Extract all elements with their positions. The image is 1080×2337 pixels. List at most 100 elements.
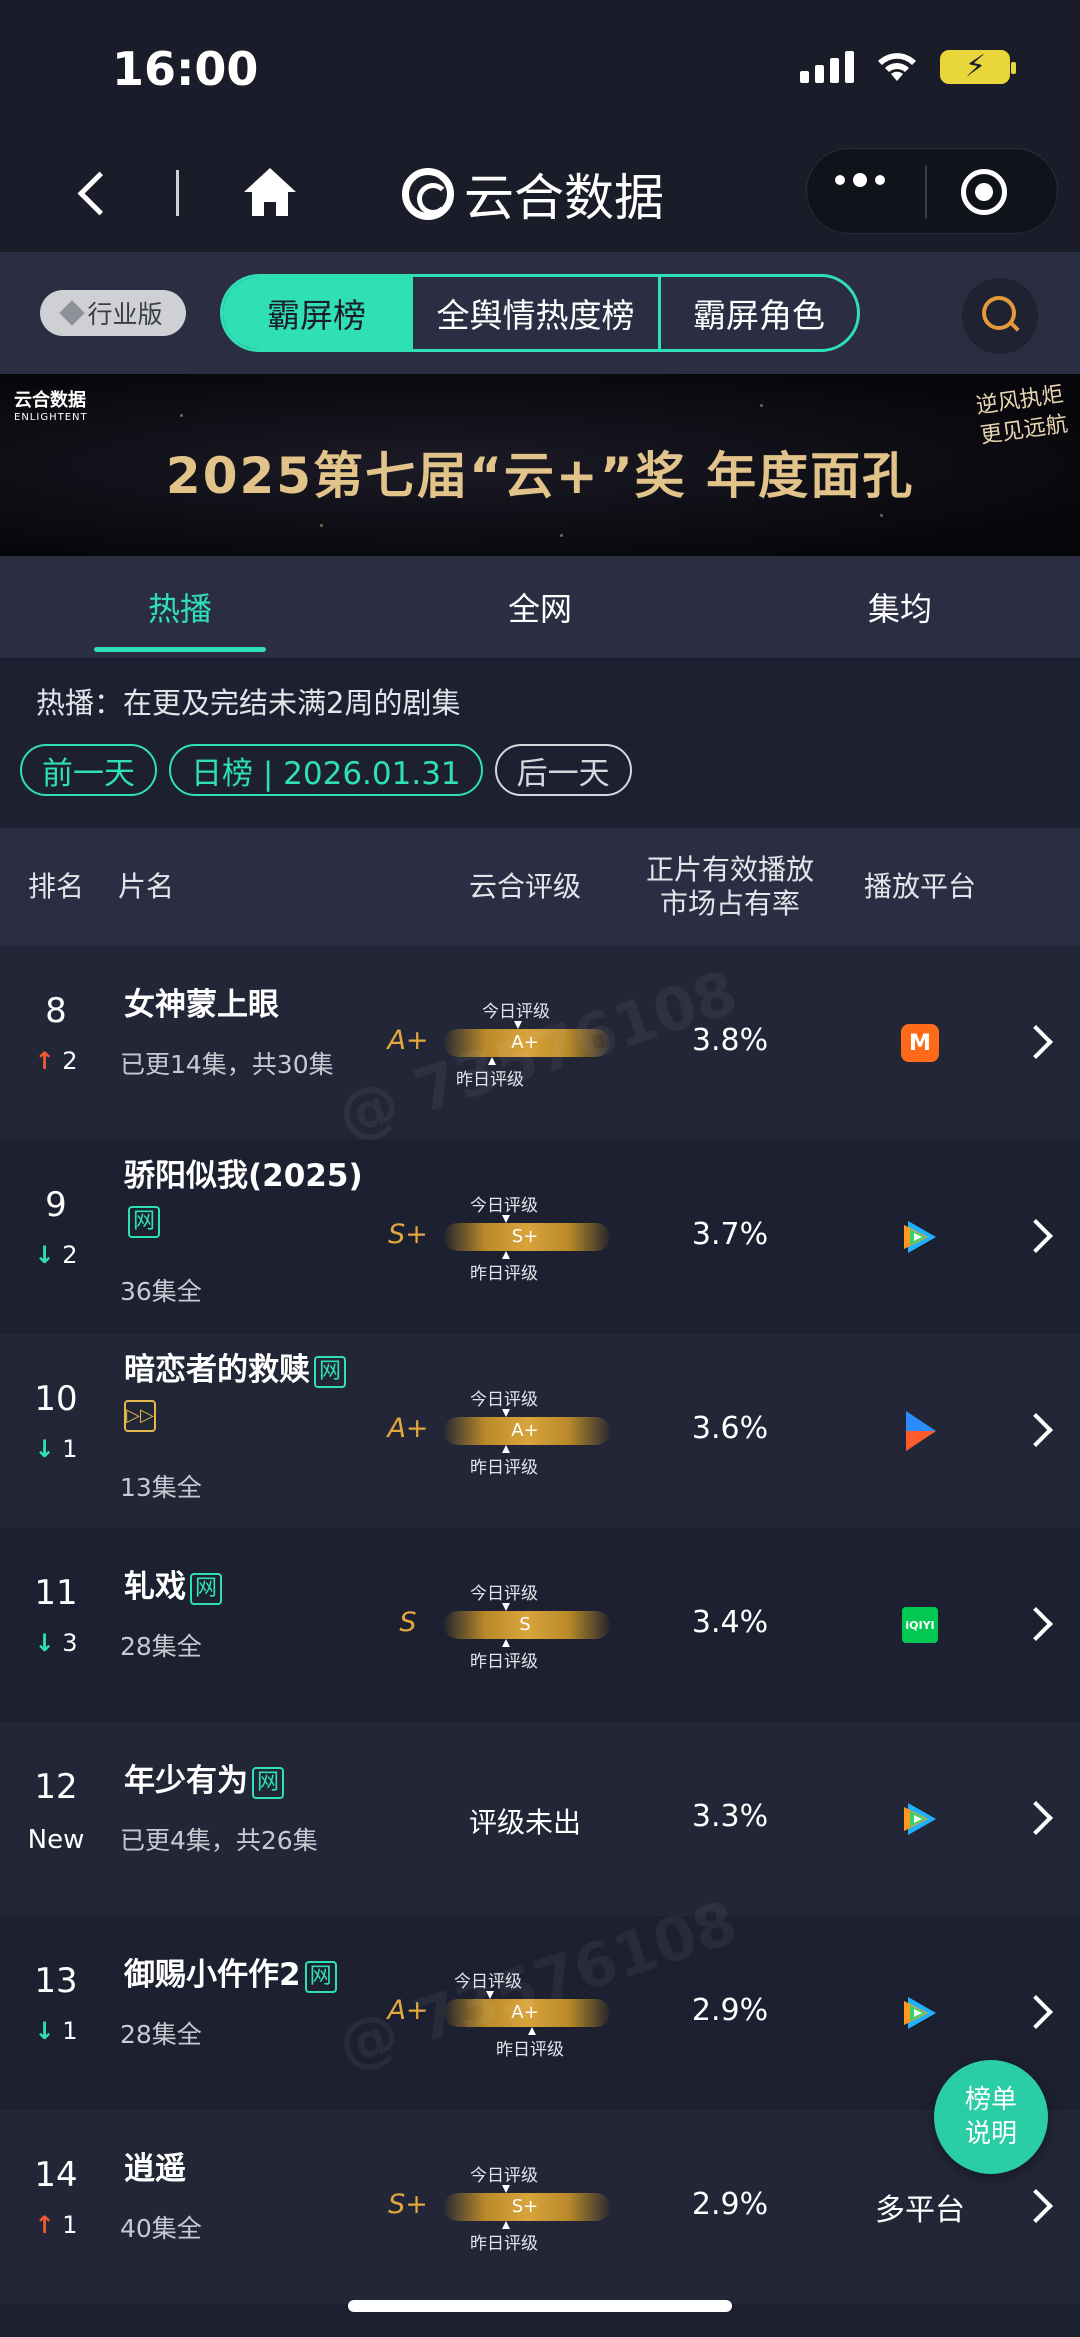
- market-share: 3.6%: [691, 1411, 769, 1446]
- tencent-video-icon: [904, 1803, 936, 1835]
- tab-bapingjuese[interactable]: 霸屏角色: [661, 277, 857, 349]
- mini-program-navbar: 云合数据: [0, 140, 1080, 252]
- today-grade-caption: 今日评级: [470, 2166, 538, 2186]
- platform-cell: iQIYI: [850, 1600, 990, 1650]
- platform-cell: [850, 1794, 990, 1844]
- mini-program-capsule: [806, 148, 1058, 234]
- today-grade-caption: 今日评级: [470, 1390, 538, 1410]
- drama-title[interactable]: 轧戏网: [124, 1565, 364, 1609]
- status-bar: 16:00 ⚡: [0, 0, 1080, 140]
- yesterday-pointer-icon: [502, 2221, 510, 2229]
- grade-letter: S+: [388, 2189, 428, 2220]
- grade-meter: 今日评级 A+ 昨日评级: [440, 1381, 610, 1481]
- back-button[interactable]: [70, 162, 120, 222]
- grade-letter: A+: [387, 1413, 429, 1444]
- rank-number: 13: [34, 1961, 78, 2001]
- yunhe-logo-icon: [402, 168, 454, 220]
- yesterday-grade-caption: 昨日评级: [470, 1264, 538, 1284]
- col-share: 正片有效播放 市场占有率: [645, 853, 814, 920]
- rank-change: ↑ 1: [34, 2211, 78, 2239]
- drama-title[interactable]: 年少有为网: [124, 1759, 364, 1803]
- more-dots-icon[interactable]: [835, 173, 885, 187]
- grade-letter: S: [399, 1607, 417, 1638]
- platform-cell: [850, 1988, 990, 2038]
- chevron-right-icon[interactable]: [1019, 1607, 1053, 1641]
- chevron-right-icon[interactable]: [1019, 1025, 1053, 1059]
- grade-meter: 今日评级 S 昨日评级: [440, 1575, 610, 1675]
- grade-bar-label: S+: [511, 2196, 539, 2217]
- chevron-right-icon[interactable]: [1019, 1219, 1053, 1253]
- search-button[interactable]: [962, 278, 1038, 354]
- drama-title[interactable]: 御赐小仵作2 网: [124, 1953, 364, 1997]
- grade-bar-label: S+: [511, 1226, 539, 1247]
- arrow-down-icon: ↓: [34, 1241, 55, 1269]
- chevron-right-icon[interactable]: [1019, 2189, 1053, 2223]
- episode-status: 28集全: [120, 1632, 202, 1661]
- yesterday-pointer-icon: [502, 1251, 510, 1259]
- platform-cell: [850, 1212, 990, 1262]
- table-row[interactable]: 11 ↓ 3 轧戏网 28集全 S 今日评级 S 昨日评级 3.4% iQIYI: [0, 1528, 1080, 1722]
- industry-edition-label: 行业版: [87, 300, 163, 329]
- tab-rebo[interactable]: 热播: [0, 556, 360, 658]
- episode-status: 13集全: [120, 1473, 202, 1502]
- rank-change: ↓ 2: [34, 1241, 78, 1269]
- next-day-button[interactable]: 后一天: [494, 744, 632, 796]
- tab-quanyuqing[interactable]: 全舆情热度榜: [413, 277, 661, 349]
- table-row[interactable]: 14 ↑ 1 逍遥 40集全 S+ 今日评级 S+ 昨日评级 2.9% 多平台: [0, 2110, 1080, 2304]
- rank-change: ↓ 1: [34, 2017, 78, 2045]
- web-drama-tag: 网: [304, 1960, 337, 1993]
- rank-change: ↑ 2: [34, 1047, 78, 1075]
- today-pointer-icon: [502, 1409, 510, 1417]
- chevron-right-icon[interactable]: [1019, 1801, 1053, 1835]
- yesterday-pointer-icon: [502, 1639, 510, 1647]
- board-help-button[interactable]: 榜单 说明: [934, 2060, 1048, 2174]
- nav-divider: [176, 170, 179, 216]
- today-grade-caption: 今日评级: [470, 1196, 538, 1216]
- status-time: 16:00: [112, 42, 259, 96]
- yesterday-pointer-icon: [528, 2027, 536, 2035]
- grade-letter: S+: [388, 1219, 428, 1250]
- chevron-right-icon[interactable]: [1019, 1995, 1053, 2029]
- table-row[interactable]: 9 ↓ 2 骄阳似我(2025) 网 36集全 S+ 今日评级 S+ 昨日评级 3.7%: [0, 1140, 1080, 1334]
- arrow-up-icon: ↑: [34, 2211, 55, 2239]
- market-share: 2.9%: [691, 1993, 769, 2028]
- episode-status: 已更14集，共30集: [120, 1050, 334, 1079]
- drama-title[interactable]: 逍遥: [124, 2147, 364, 2191]
- rank-number: 8: [45, 991, 67, 1031]
- promo-banner[interactable]: 云合数据 ENLIGHTENT 2025第七届“云+”奖 年度面孔 逆风执炬 更…: [0, 374, 1080, 556]
- episode-status: 40集全: [120, 2214, 202, 2243]
- date-picker-button[interactable]: 日榜 | 2026.01.31: [169, 744, 483, 796]
- table-row[interactable]: 12 New 年少有为网已更4集，共26集 评级未出 3.3%: [0, 1722, 1080, 1916]
- today-pointer-icon: [502, 1603, 510, 1611]
- platform-cell: 多平台: [850, 2182, 990, 2232]
- rank-change: ↓ 3: [34, 1629, 78, 1657]
- tab-bapingbang[interactable]: 霸屏榜: [223, 277, 413, 349]
- tab-quanwang[interactable]: 全网: [360, 556, 720, 658]
- table-header: 排名 片名 云合评级 正片有效播放 市场占有率 播放平台: [0, 828, 1080, 946]
- rank-number: 12: [34, 1767, 78, 1807]
- grade-pending: 评级未出: [468, 1806, 581, 1839]
- rank-number: 9: [45, 1185, 67, 1225]
- mango-tv-icon: M: [901, 1024, 939, 1062]
- tencent-video-icon: [904, 1997, 936, 2029]
- rank-number: 14: [34, 2155, 78, 2195]
- yesterday-pointer-icon: [502, 1445, 510, 1453]
- close-target-icon[interactable]: [961, 169, 1007, 215]
- home-indicator[interactable]: [348, 2300, 732, 2312]
- chevron-right-icon[interactable]: [1019, 1413, 1053, 1447]
- prev-day-button[interactable]: 前一天: [20, 744, 157, 796]
- tab-jijun[interactable]: 集均: [720, 556, 1080, 658]
- page-title-text: 云合数据: [464, 169, 664, 227]
- drama-title[interactable]: 骄阳似我(2025) 网: [124, 1154, 364, 1242]
- home-icon[interactable]: [240, 162, 300, 222]
- drama-title[interactable]: 暗恋者的救赎网 ▷▷: [124, 1348, 364, 1436]
- industry-edition-badge[interactable]: 行业版: [40, 290, 186, 336]
- web-drama-tag: 网: [128, 1205, 160, 1238]
- table-row[interactable]: 10 ↓ 1 暗恋者的救赎网 ▷▷ 13集全 A+ 今日评级 A+ 昨日评级 3.6%: [0, 1334, 1080, 1528]
- today-pointer-icon: [502, 2185, 510, 2193]
- banner-logo: 云合数据 ENLIGHTENT: [14, 390, 88, 423]
- date-navigation: 前一天 日榜 | 2026.01.31 后一天: [20, 744, 632, 796]
- grade-bar-label: A+: [511, 1420, 539, 1441]
- grade-meter: 今日评级 S+ 昨日评级: [440, 1187, 610, 1287]
- drama-title[interactable]: 女神蒙上眼: [124, 983, 364, 1027]
